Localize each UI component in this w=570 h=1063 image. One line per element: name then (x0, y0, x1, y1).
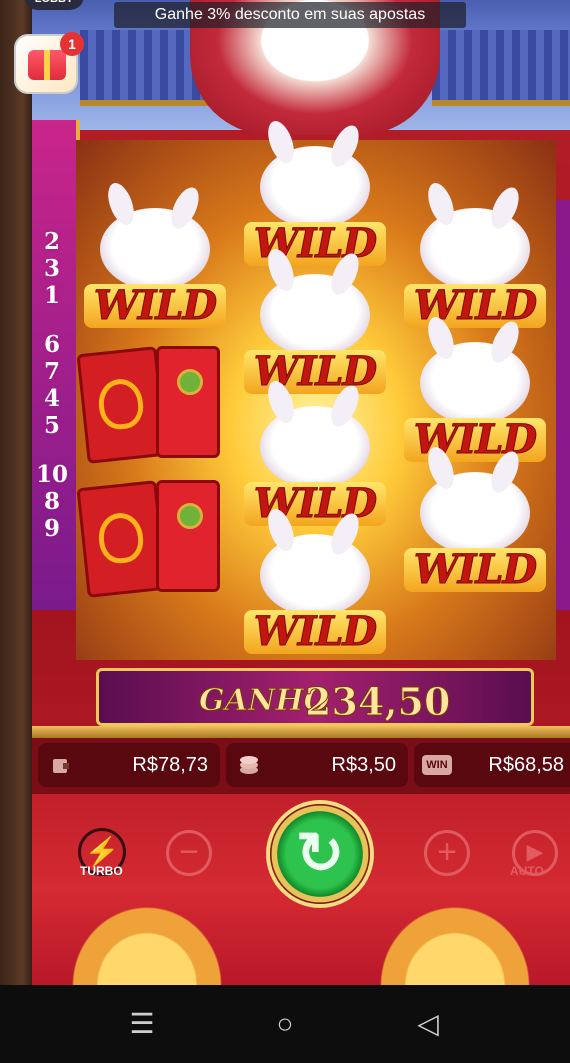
last-win-display[interactable]: WIN R$68,58 (414, 743, 570, 787)
turbo-label: TURBO (80, 864, 123, 878)
bunny-icon (260, 274, 370, 356)
wild-symbol: WILD (240, 268, 390, 398)
multiplier-value: 6 (43, 331, 60, 358)
bunny-icon (420, 472, 530, 554)
gift-ribbon (44, 50, 50, 80)
coins-icon (240, 756, 258, 774)
android-navbar: ☰ ○ ◁ (0, 985, 570, 1063)
bet-display[interactable]: R$3,50 (226, 743, 408, 787)
temple-roof-right (432, 30, 570, 106)
wild-symbol: WILD (400, 202, 550, 332)
decorative-swirl-left (32, 865, 262, 985)
notification-badge: 1 (60, 32, 84, 56)
autoplay-label: AUTO (510, 864, 544, 878)
lobby-button[interactable]: LOBBY (24, 0, 84, 10)
bunny-icon (420, 208, 530, 290)
wild-symbol: WILD (240, 400, 390, 530)
multiplier-value: 2 (43, 228, 60, 255)
multiplier-value: 10 (36, 461, 69, 488)
stats-bar: R$78,73 R$3,50 WIN R$68,58 (32, 738, 570, 794)
bunny-seal-icon (96, 510, 146, 566)
bet-value: R$3,50 (331, 754, 397, 776)
wallet-icon (53, 759, 69, 773)
home-icon[interactable]: ○ (265, 1009, 305, 1039)
balance-value: R$78,73 (132, 754, 208, 776)
balance-display[interactable]: R$78,73 (38, 743, 220, 787)
red-envelope-symbol (76, 346, 222, 464)
lightning-icon: ⚡ (84, 836, 120, 867)
win-amount: 234,50 (304, 679, 451, 725)
wild-label: WILD (404, 417, 546, 462)
reel-grid: WILD WILD WILD WILD WILD WILD WILD WILD (76, 140, 556, 660)
bunny-icon (260, 406, 370, 488)
wild-symbol: WILD (240, 528, 390, 658)
play-icon: ▶ (526, 839, 544, 864)
multiplier-value: 4 (43, 385, 60, 412)
wild-symbol: WILD (80, 202, 230, 332)
last-win-value: R$68,58 (488, 754, 564, 776)
wild-symbol: WILD (400, 336, 550, 466)
increase-bet-button[interactable]: + (424, 830, 470, 876)
wild-symbol: WILD (240, 140, 390, 270)
bunny-icon (260, 146, 370, 228)
wild-label: WILD (84, 283, 226, 328)
wild-label: WILD (404, 547, 546, 592)
wild-label: WILD (404, 283, 546, 328)
win-display: GANHO 234,50 (96, 668, 534, 726)
wild-label: WILD (244, 481, 386, 526)
bunny-icon (100, 208, 210, 290)
decrease-bet-button[interactable]: − (166, 830, 212, 876)
red-envelope-symbol (76, 480, 222, 598)
win-badge-icon: WIN (422, 755, 452, 775)
wild-label: WILD (244, 221, 386, 266)
promo-toast: Ganhe 3% desconto em suas apostas (114, 2, 466, 28)
multiplier-value: 7 (43, 358, 60, 385)
bunny-seal-icon (96, 376, 146, 432)
multiplier-value: 9 (43, 515, 60, 542)
menu-icon[interactable]: ☰ (122, 1009, 162, 1039)
right-side-panel (556, 200, 570, 610)
coin-icon (177, 369, 203, 395)
multiplier-value: 3 (43, 255, 60, 282)
refresh-icon: ↻ (295, 821, 345, 886)
back-icon[interactable]: ◁ (408, 1009, 448, 1039)
multiplier-value: 5 (43, 412, 60, 439)
wild-label: WILD (244, 609, 386, 654)
wild-symbol: WILD (400, 466, 550, 596)
decorative-swirl-right (340, 865, 570, 985)
spin-button[interactable]: ↻ (270, 804, 370, 904)
multiplier-column: 2 3 1 6 7 4 5 10 8 9 (36, 228, 68, 542)
wild-label: WILD (244, 349, 386, 394)
coin-icon (177, 503, 203, 529)
bunny-icon (260, 534, 370, 616)
multiplier-value: 8 (43, 488, 60, 515)
multiplier-value: 1 (43, 282, 60, 309)
bunny-icon (420, 342, 530, 424)
